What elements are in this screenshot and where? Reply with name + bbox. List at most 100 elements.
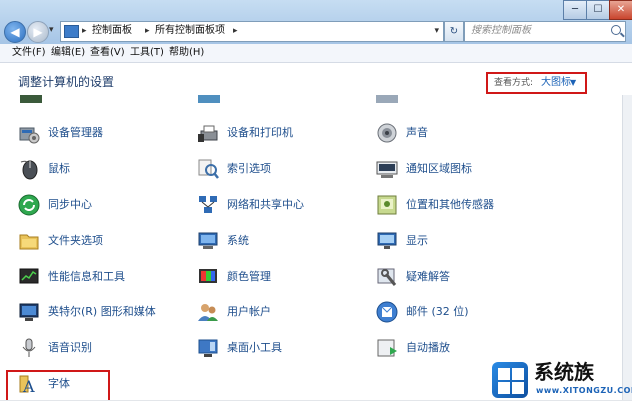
folder-options-icon	[19, 234, 39, 250]
item-label: 位置和其他传感器	[406, 198, 494, 211]
system-icon	[198, 232, 218, 249]
item-performance[interactable]: 性能信息和工具	[18, 266, 178, 290]
item-intel-graphics[interactable]: 英特尔(R) 图形和媒体	[18, 301, 190, 325]
item-sync-center[interactable]: 同步中心	[18, 194, 178, 218]
breadcrumb-all-items[interactable]: 所有控制面板项	[155, 24, 225, 38]
item-network-sharing[interactable]: 网络和共享中心	[197, 194, 357, 218]
sound-icon	[377, 123, 397, 143]
item-display[interactable]: 显示	[376, 230, 536, 254]
gadgets-icon	[198, 339, 218, 357]
refresh-button[interactable]: ↻	[444, 21, 464, 42]
view-by-selector[interactable]: 查看方式: 大图标 ▼	[486, 72, 587, 94]
item-label: 系统	[227, 234, 249, 247]
search-icon[interactable]	[611, 25, 621, 35]
autoplay-icon	[377, 339, 397, 357]
intel-graphics-icon	[19, 303, 39, 321]
item-system[interactable]: 系统	[197, 230, 357, 254]
item-fonts[interactable]: A 字体	[18, 373, 108, 397]
partial-item-icon	[376, 95, 398, 103]
forward-button[interactable]: ▶	[27, 21, 49, 43]
site-watermark: 系统族 www.XITONGZU.COM	[488, 356, 632, 406]
item-folder-options[interactable]: 文件夹选项	[18, 230, 178, 254]
item-label: 显示	[406, 234, 428, 247]
item-speech-recognition[interactable]: 语音识别	[18, 337, 178, 361]
item-troubleshooting[interactable]: 疑难解答	[376, 266, 536, 290]
svg-text:A: A	[22, 377, 35, 395]
item-user-accounts[interactable]: 用户帐户	[197, 301, 357, 325]
item-label: 英特尔(R) 图形和媒体	[48, 305, 156, 318]
search-input[interactable]: 搜索控制面板	[471, 24, 531, 38]
breadcrumb-separator-icon: ▸	[233, 26, 238, 36]
item-label: 鼠标	[48, 162, 70, 175]
mouse-icon	[20, 160, 38, 180]
view-by-label: 查看方式:	[494, 78, 534, 88]
menu-help[interactable]: 帮助(H)	[169, 46, 204, 60]
window-titlebar: ─ ☐ ✕ ◀ ▶ ▾ ▸ 控制面板 ▸ 所有控制面板项 ▸ ▾ ↻ 搜索控制面…	[0, 0, 632, 44]
recent-pages-dropdown[interactable]: ▾	[49, 25, 54, 35]
location-sensor-icon	[377, 195, 397, 215]
item-label: 字体	[48, 377, 70, 390]
breadcrumb-separator-icon: ▸	[82, 26, 87, 36]
menu-file[interactable]: 文件(F)	[12, 46, 46, 60]
menu-view[interactable]: 查看(V)	[90, 46, 125, 60]
item-color-management[interactable]: 颜色管理	[197, 266, 357, 290]
item-label: 自动播放	[406, 341, 450, 354]
item-sound[interactable]: 声音	[376, 122, 536, 146]
maximize-button[interactable]: ☐	[586, 0, 610, 20]
breadcrumb-separator-icon: ▸	[145, 26, 150, 36]
back-button[interactable]: ◀	[4, 21, 26, 43]
control-panel-icon	[64, 25, 79, 38]
mail-icon	[376, 301, 398, 323]
partial-item-icon	[20, 95, 42, 103]
breadcrumb-control-panel[interactable]: 控制面板	[92, 24, 132, 38]
search-box[interactable]: 搜索控制面板	[464, 21, 626, 42]
item-label: 设备管理器	[48, 126, 103, 139]
menu-bar: 文件(F) 编辑(E) 查看(V) 工具(T) 帮助(H)	[0, 44, 632, 63]
performance-icon	[19, 268, 39, 284]
item-device-manager[interactable]: 设备管理器	[18, 122, 178, 146]
item-label: 索引选项	[227, 162, 271, 175]
item-label: 声音	[406, 126, 428, 139]
item-label: 同步中心	[48, 198, 92, 211]
view-by-value[interactable]: 大图标	[541, 76, 571, 90]
network-icon	[199, 196, 217, 213]
watermark-url: www.XITONGZU.COM	[536, 386, 632, 395]
fonts-icon: A	[19, 375, 35, 395]
item-label: 通知区域图标	[406, 162, 472, 175]
device-manager-icon	[19, 127, 40, 144]
item-devices-printers[interactable]: 设备和打印机	[197, 122, 357, 146]
item-mouse[interactable]: 鼠标	[18, 158, 178, 182]
item-label: 疑难解答	[406, 270, 450, 283]
vertical-scrollbar[interactable]	[622, 95, 632, 400]
user-accounts-icon	[198, 304, 218, 321]
item-indexing-options[interactable]: 索引选项	[197, 158, 357, 182]
item-label: 邮件 (32 位)	[406, 305, 469, 318]
item-label: 桌面小工具	[227, 341, 282, 354]
close-button[interactable]: ✕	[609, 0, 632, 20]
address-bar[interactable]: ▸ 控制面板 ▸ 所有控制面板项 ▸ ▾	[60, 21, 444, 42]
display-icon	[377, 232, 397, 249]
partial-item-icon	[198, 95, 220, 103]
menu-tools[interactable]: 工具(T)	[130, 46, 164, 60]
windows-logo-icon	[492, 362, 528, 398]
item-label: 颜色管理	[227, 270, 271, 283]
watermark-title: 系统族	[534, 360, 594, 384]
sync-center-icon	[18, 194, 40, 216]
item-label: 网络和共享中心	[227, 198, 304, 211]
minimize-button[interactable]: ─	[563, 0, 587, 20]
item-notification-icons[interactable]: 通知区域图标	[376, 158, 536, 182]
item-desktop-gadgets[interactable]: 桌面小工具	[197, 337, 357, 361]
item-label: 用户帐户	[227, 305, 271, 318]
item-label: 语音识别	[48, 341, 92, 354]
troubleshooting-icon	[377, 268, 397, 286]
indexing-icon	[198, 159, 219, 179]
item-label: 文件夹选项	[48, 234, 103, 247]
item-label: 设备和打印机	[227, 126, 293, 139]
speech-recognition-icon	[22, 338, 36, 357]
item-mail[interactable]: 邮件 (32 位)	[376, 301, 536, 325]
color-management-icon	[199, 269, 217, 283]
chevron-down-icon[interactable]: ▼	[570, 76, 576, 90]
address-dropdown-icon[interactable]: ▾	[434, 24, 439, 38]
item-location-sensors[interactable]: 位置和其他传感器	[376, 194, 536, 218]
menu-edit[interactable]: 编辑(E)	[51, 46, 85, 60]
